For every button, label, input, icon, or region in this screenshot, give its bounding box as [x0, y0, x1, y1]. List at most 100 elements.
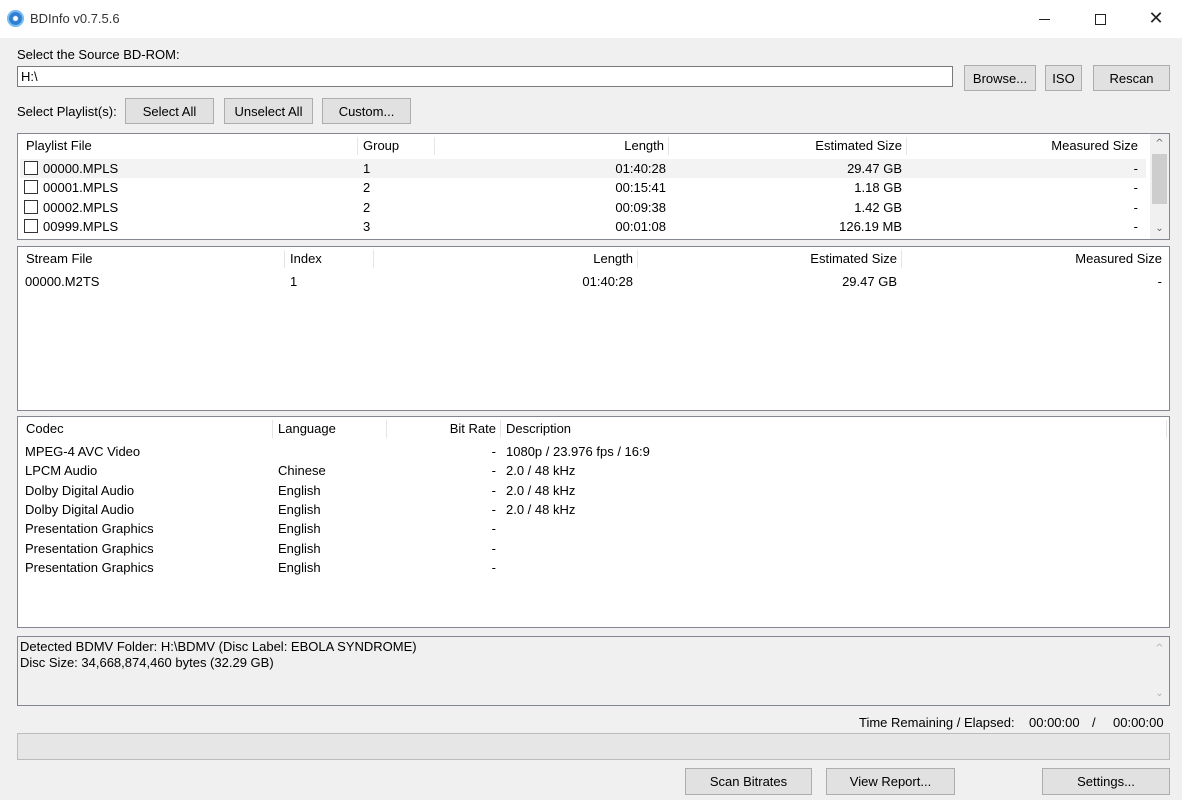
language-cell: English [278, 521, 321, 536]
select-playlists-label: Select Playlist(s): [17, 104, 117, 119]
bit-rate-cell: - [491, 444, 496, 459]
estimated-size-cell: 1.18 GB [854, 180, 902, 195]
language-cell: Chinese [278, 463, 326, 478]
scan-bitrates-button[interactable]: Scan Bitrates [685, 768, 812, 795]
unselect-all-button[interactable]: Unselect All [224, 98, 313, 124]
window-title: BDInfo v0.7.5.6 [30, 11, 120, 26]
estimated-size-cell: 126.19 MB [839, 219, 902, 234]
settings-button[interactable]: Settings... [1042, 768, 1170, 795]
description-cell: 2.0 / 48 kHz [506, 502, 576, 517]
group-cell: 2 [363, 200, 371, 215]
time-remaining-value: 00:00:00 [1029, 715, 1080, 730]
source-path-input[interactable]: H:\ [17, 66, 953, 87]
browse-button[interactable]: Browse... [964, 65, 1036, 91]
bit-rate-cell: - [491, 502, 496, 517]
playlist-checkbox[interactable] [24, 200, 38, 214]
column-header-index[interactable]: Index [286, 247, 373, 271]
column-header-measured-size[interactable]: Measured Size [908, 134, 1142, 158]
language-cell: English [278, 483, 321, 498]
codec-cell: Presentation Graphics [25, 541, 154, 556]
time-elapsed-value: 00:00:00 [1113, 715, 1164, 730]
playlist-checkbox[interactable] [24, 161, 38, 175]
custom-button[interactable]: Custom... [322, 98, 411, 124]
playlist-file-cell: 00002.MPLS [43, 200, 119, 215]
select-all-button[interactable]: Select All [125, 98, 214, 124]
codec-cell: LPCM Audio [25, 463, 98, 478]
scrollbar-thumb[interactable] [1152, 154, 1167, 204]
progress-bar [17, 733, 1170, 760]
rescan-button[interactable]: Rescan [1093, 65, 1170, 91]
measured-size-cell: - [1157, 274, 1162, 289]
codec-table[interactable]: Codec Language Bit Rate Description MPEG… [17, 416, 1170, 628]
language-cell: English [278, 541, 321, 556]
minimize-icon [1038, 18, 1050, 20]
column-header-estimated-size[interactable]: Estimated Size [670, 134, 906, 158]
view-report-button[interactable]: View Report... [826, 768, 955, 795]
bit-rate-cell: - [491, 560, 496, 575]
minimize-button[interactable] [1021, 0, 1067, 38]
group-cell: 3 [363, 219, 371, 234]
codec-cell: Dolby Digital Audio [25, 483, 135, 498]
column-header-measured-size[interactable]: Measured Size [903, 247, 1166, 271]
estimated-size-cell: 29.47 GB [847, 161, 902, 176]
language-cell: English [278, 502, 321, 517]
column-header-estimated-size[interactable]: Estimated Size [639, 247, 901, 271]
playlist-file-cell: 00999.MPLS [43, 219, 119, 234]
group-cell: 1 [363, 161, 371, 176]
length-cell: 00:09:38 [615, 200, 666, 215]
column-header-codec[interactable]: Codec [22, 417, 272, 441]
column-header-playlist-file[interactable]: Playlist File [22, 134, 359, 158]
scroll-down-icon[interactable]: ⌄ [1150, 220, 1169, 237]
length-cell: 01:40:28 [582, 274, 633, 289]
measured-size-cell: - [1133, 219, 1138, 234]
maximize-button[interactable] [1077, 0, 1123, 38]
bit-rate-cell: - [491, 463, 496, 478]
scroll-down-icon[interactable]: ⌄ [1150, 685, 1169, 702]
disc-icon [7, 10, 24, 27]
time-remaining-label: Time Remaining / Elapsed: [859, 715, 1015, 730]
length-cell: 01:40:28 [615, 161, 666, 176]
bit-rate-cell: - [491, 521, 496, 536]
status-log[interactable]: Detected BDMV Folder: H:\BDMV (Disc Labe… [17, 636, 1170, 706]
language-cell: English [278, 560, 321, 575]
description-cell: 1080p / 23.976 fps / 16:9 [506, 444, 650, 459]
log-scrollbar[interactable]: ^ ⌄ [1150, 637, 1169, 705]
length-cell: 00:01:08 [615, 219, 666, 234]
index-cell: 1 [290, 274, 298, 289]
estimated-size-cell: 29.47 GB [842, 274, 897, 289]
estimated-size-cell: 1.42 GB [854, 200, 902, 215]
scroll-up-icon[interactable]: ^ [1150, 640, 1169, 657]
bit-rate-cell: - [491, 541, 496, 556]
playlist-checkbox[interactable] [24, 219, 38, 233]
iso-button[interactable]: ISO [1045, 65, 1082, 91]
scroll-up-icon[interactable]: ^ [1150, 135, 1169, 152]
column-header-bit-rate[interactable]: Bit Rate [388, 417, 500, 441]
close-button[interactable]: ✕ [1133, 0, 1179, 38]
column-header-group[interactable]: Group [359, 134, 434, 158]
playlist-table[interactable]: Playlist File Group Length Estimated Siz… [17, 133, 1170, 240]
column-header-stream-file[interactable]: Stream File [22, 247, 284, 271]
description-cell: 2.0 / 48 kHz [506, 463, 576, 478]
playlist-checkbox[interactable] [24, 180, 38, 194]
log-line: Disc Size: 34,668,874,460 bytes (32.29 G… [20, 655, 274, 670]
column-header-length[interactable]: Length [375, 247, 637, 271]
playlist-file-cell: 00001.MPLS [43, 180, 119, 195]
bit-rate-cell: - [491, 483, 496, 498]
stream-table[interactable]: Stream File Index Length Estimated Size … [17, 246, 1170, 411]
length-cell: 00:15:41 [615, 180, 666, 195]
playlist-scrollbar[interactable]: ^ ⌄ [1150, 134, 1169, 239]
maximize-icon [1094, 13, 1106, 25]
time-separator: / [1092, 715, 1096, 730]
column-header-description[interactable]: Description [502, 417, 1166, 441]
title-bar: BDInfo v0.7.5.6 ✕ [0, 0, 1182, 38]
source-label: Select the Source BD-ROM: [17, 47, 180, 62]
codec-cell: MPEG-4 AVC Video [25, 444, 141, 459]
measured-size-cell: - [1133, 161, 1138, 176]
close-icon: ✕ [1148, 8, 1164, 29]
column-header-language[interactable]: Language [274, 417, 386, 441]
column-header-length[interactable]: Length [436, 134, 668, 158]
codec-cell: Presentation Graphics [25, 521, 154, 536]
codec-cell: Dolby Digital Audio [25, 502, 135, 517]
log-line: Detected BDMV Folder: H:\BDMV (Disc Labe… [20, 639, 417, 654]
stream-file-cell: 00000.M2TS [25, 274, 100, 289]
